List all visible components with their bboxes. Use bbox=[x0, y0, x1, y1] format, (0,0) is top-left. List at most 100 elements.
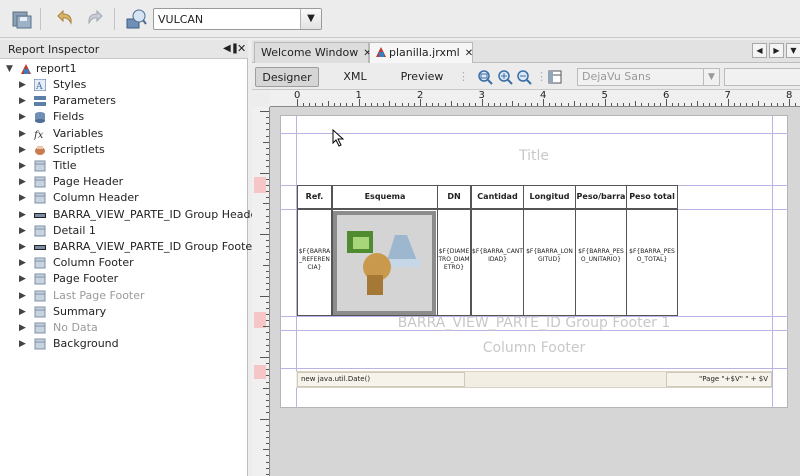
expand-arrow-icon[interactable]: ▶ bbox=[19, 190, 26, 206]
tree-root[interactable]: ▼ report1 bbox=[0, 61, 248, 77]
tree-item-detail-1[interactable]: ▶ Detail 1 bbox=[0, 223, 248, 239]
xml-view-button[interactable]: XML bbox=[330, 67, 380, 87]
ruler-tick bbox=[266, 363, 269, 365]
ruler-tick bbox=[266, 461, 269, 463]
group-footer-band-label: BARRA_VIEW_PARTE_ID Group Footer 1 bbox=[397, 315, 671, 331]
ruler-tick bbox=[530, 103, 532, 106]
tree-item-fields[interactable]: ▶ Fields bbox=[0, 109, 248, 125]
tree-item-parameters[interactable]: ▶ Parameters bbox=[0, 93, 248, 109]
expand-arrow-icon[interactable]: ▶ bbox=[19, 336, 26, 352]
ruler-tick bbox=[266, 166, 269, 168]
detail-field-cell[interactable]: $F{DIAMETRO_DIAMETRO} bbox=[437, 209, 471, 316]
tree-item-barra-view-parte-id-group-footer[interactable]: ▶ BARRA_VIEW_PARTE_ID Group Footer bbox=[0, 239, 257, 255]
expand-arrow-icon[interactable]: ▶ bbox=[19, 174, 26, 190]
tree-item-last-page-footer[interactable]: ▶ Last Page Footer bbox=[0, 288, 248, 304]
font-size-select[interactable] bbox=[724, 68, 800, 86]
detail-field-cell[interactable]: $F{BARRA_REFERENCIA} bbox=[297, 209, 332, 316]
ruler-tick bbox=[263, 203, 269, 205]
ruler-label: 4 bbox=[540, 90, 547, 101]
ruler-tick bbox=[782, 103, 784, 106]
ruler-tick bbox=[266, 344, 269, 346]
ruler-tick bbox=[266, 178, 269, 180]
undo-icon[interactable] bbox=[52, 7, 76, 31]
datasource-icon[interactable] bbox=[124, 7, 148, 31]
tab-list-icon[interactable]: ▼ bbox=[786, 43, 800, 58]
ruler-tick bbox=[407, 103, 409, 106]
designer-view-button[interactable]: Designer bbox=[255, 67, 319, 87]
expand-arrow-icon[interactable]: ▶ bbox=[19, 320, 26, 336]
zoom-in-icon[interactable] bbox=[497, 69, 513, 88]
page-layout-icon[interactable] bbox=[547, 69, 563, 88]
tree-item-summary[interactable]: ▶ Summary bbox=[0, 304, 248, 320]
column-header-cell[interactable]: Peso/barra bbox=[575, 185, 627, 209]
tab-scroll-right-icon[interactable]: ▶ bbox=[769, 43, 784, 58]
expand-arrow-icon[interactable]: ▶ bbox=[19, 158, 26, 174]
ruler-tick bbox=[641, 103, 643, 106]
zoom-fit-icon[interactable] bbox=[477, 69, 493, 88]
tree-item-styles[interactable]: ▶ A Styles bbox=[0, 77, 248, 93]
tree-item-column-footer[interactable]: ▶ Column Footer bbox=[0, 255, 248, 271]
ruler-tick bbox=[266, 129, 269, 131]
expand-arrow-icon[interactable]: ▶ bbox=[19, 271, 26, 287]
column-header-cell[interactable]: DN bbox=[437, 185, 471, 209]
tree-item-column-header[interactable]: ▶ Column Header bbox=[0, 190, 248, 206]
tree-item-page-header[interactable]: ▶ Page Header bbox=[0, 174, 248, 190]
column-header-cell[interactable]: Peso total bbox=[626, 185, 678, 209]
column-header-cell[interactable]: Ref. bbox=[297, 185, 332, 209]
tree-item-scriptlets[interactable]: ▶ Scriptlets bbox=[0, 142, 248, 158]
expand-arrow-icon[interactable]: ▶ bbox=[19, 77, 26, 93]
zoom-out-icon[interactable] bbox=[516, 69, 532, 88]
tree-item-barra-view-parte-id-group-header[interactable]: ▶ BARRA_VIEW_PARTE_ID Group Header bbox=[0, 207, 262, 223]
redo-icon[interactable] bbox=[84, 7, 108, 31]
tree-item-title[interactable]: ▶ Title bbox=[0, 158, 248, 174]
tree-item-label: BARRA_VIEW_PARTE_ID Group Header bbox=[53, 207, 262, 221]
expand-arrow-icon[interactable]: ▶ bbox=[19, 288, 26, 304]
tree-item-no-data[interactable]: ▶ No Data bbox=[0, 320, 248, 336]
expand-arrow-icon[interactable]: ▶ bbox=[19, 126, 26, 142]
column-header-cell[interactable]: Cantidad bbox=[471, 185, 524, 209]
chevron-down-icon[interactable]: ▼ bbox=[300, 9, 321, 29]
preview-view-button[interactable]: Preview bbox=[392, 67, 452, 87]
tree-item-variables[interactable]: ▶ fx Variables bbox=[0, 126, 248, 142]
ruler-tick bbox=[266, 227, 269, 229]
page-number-field[interactable]: "Page "+$V" " + $V bbox=[666, 372, 772, 387]
expand-arrow-icon[interactable]: ▶ bbox=[19, 239, 26, 255]
expand-arrow-icon[interactable]: ▶ bbox=[19, 223, 26, 239]
detail-field-cell[interactable]: $F{BARRA_PESO_TOTAL} bbox=[626, 209, 678, 316]
ruler-tick bbox=[586, 103, 588, 106]
expand-arrow-icon[interactable]: ▶ bbox=[19, 207, 26, 223]
detail-field-cell[interactable]: $F{BARRA_PESO_UNITARIO} bbox=[575, 209, 627, 316]
column-header-cell[interactable]: Longitud bbox=[523, 185, 576, 209]
column-header-cell[interactable]: Esquema bbox=[332, 185, 438, 209]
save-all-icon[interactable] bbox=[10, 7, 34, 31]
ruler-tick bbox=[549, 103, 551, 106]
tree-item-background[interactable]: ▶ Background bbox=[0, 336, 248, 352]
datasource-select[interactable]: VULCAN ▼ bbox=[153, 8, 322, 30]
collapse-arrow-icon[interactable]: ▼ bbox=[6, 61, 13, 77]
expand-arrow-icon[interactable]: ▶ bbox=[19, 255, 26, 271]
ruler-tick bbox=[610, 103, 612, 106]
ruler-tick bbox=[260, 295, 269, 297]
close-icon[interactable]: ✕ bbox=[465, 48, 473, 59]
ruler-tick bbox=[438, 103, 440, 106]
ruler-tick bbox=[315, 103, 317, 106]
chevron-down-icon[interactable]: ▼ bbox=[703, 69, 719, 85]
band-line bbox=[280, 133, 788, 134]
font-family-select[interactable]: DejaVu Sans ▼ bbox=[577, 68, 720, 86]
expand-arrow-icon[interactable]: ▶ bbox=[19, 142, 26, 158]
date-field[interactable]: new java.util.Date() bbox=[297, 372, 465, 387]
ruler-tick bbox=[266, 301, 269, 303]
schema-image[interactable] bbox=[333, 211, 436, 315]
expand-arrow-icon[interactable]: ▶ bbox=[19, 93, 26, 109]
close-icon[interactable]: ✕ bbox=[237, 42, 246, 55]
expand-arrow-icon[interactable]: ▶ bbox=[19, 304, 26, 320]
detail-field-cell[interactable]: $F{BARRA_LONGITUD} bbox=[523, 209, 576, 316]
tab-scroll-left-icon[interactable]: ◀ bbox=[752, 43, 767, 58]
tab-welcome-window[interactable]: Welcome Window ✕ bbox=[254, 42, 372, 63]
expand-arrow-icon[interactable]: ▶ bbox=[19, 109, 26, 125]
scriptlets-icon bbox=[34, 144, 46, 156]
detail-field-cell[interactable]: $F{BARRA_CANTIDAD} bbox=[471, 209, 524, 316]
tab-planilla-jrxml[interactable]: planilla.jrxml ✕ bbox=[369, 42, 473, 63]
ruler-tick bbox=[499, 103, 501, 106]
tree-item-page-footer[interactable]: ▶ Page Footer bbox=[0, 271, 248, 287]
